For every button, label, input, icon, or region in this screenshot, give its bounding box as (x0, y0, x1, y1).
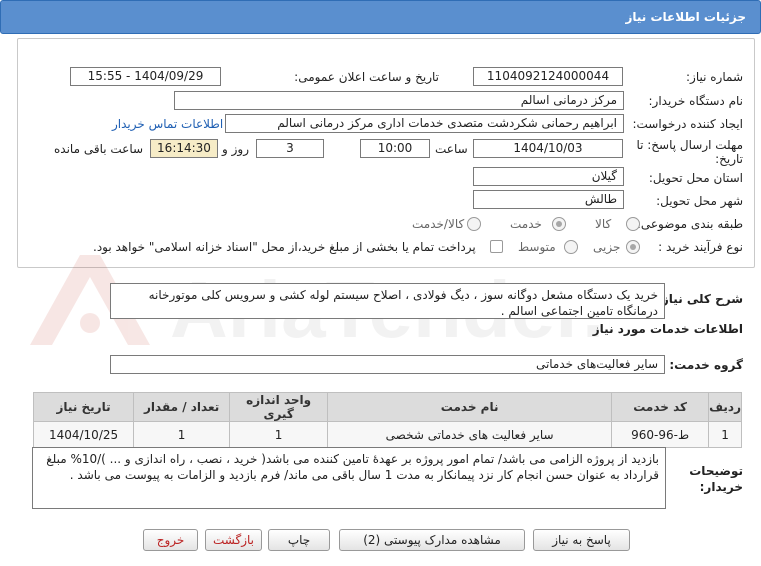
cell-row-number: 1 (708, 421, 742, 448)
col-service-name: نام خدمت (327, 392, 613, 422)
category-radio-goods-service[interactable] (467, 217, 481, 231)
summary-textbox[interactable]: خرید یک دستگاه مشعل دوگانه سوز ، دیگ فول… (110, 283, 665, 319)
process-radio-medium[interactable] (564, 240, 578, 254)
process-option-medium: متوسط (518, 240, 556, 254)
deadline-date-label: تاریخ: (715, 152, 743, 166)
cell-service-code: ط-96-960 (611, 421, 710, 448)
cell-quantity: 1 (133, 421, 231, 448)
services-table: ردیف کد خدمت نام خدمت واحد اندازه گیری ت… (32, 392, 742, 448)
window-title-bar: جزئیات اطلاعات نیاز (0, 0, 761, 34)
process-option-minor: جزیی (593, 240, 621, 254)
col-quantity: تعداد / مقدار (133, 392, 231, 422)
view-attachments-button[interactable]: مشاهده مدارک پیوستی (2) (339, 529, 525, 551)
category-option-goods: کالا (595, 217, 612, 231)
table-row: 1 ط-96-960 سایر فعالیت های خدماتی شخصی 1… (32, 421, 742, 448)
window-title: جزئیات اطلاعات نیاز (625, 10, 746, 24)
cell-need-date: 1404/10/25 (32, 421, 135, 448)
process-radio-minor[interactable] (626, 240, 640, 254)
table-header-row: ردیف کد خدمت نام خدمت واحد اندازه گیری ت… (32, 392, 742, 422)
contact-info-link[interactable]: اطلاعات تماس خریدار (112, 117, 223, 131)
deadline-date-field: 1404/10/03 (473, 139, 623, 158)
buyer-org-field: مرکز درمانی اسالم (174, 91, 624, 110)
reply-button[interactable]: پاسخ به نیاز (533, 529, 630, 551)
service-group-label: گروه خدمت: (669, 358, 743, 372)
announce-label: تاریخ و ساعت اعلان عمومی: (294, 70, 439, 84)
category-label: طبقه بندی موضوعی: (636, 217, 743, 231)
need-number-label: شماره نیاز: (686, 70, 743, 84)
deadline-label: مهلت ارسال پاسخ: تا (636, 138, 743, 152)
services-section-title: اطلاعات خدمات مورد نیاز (592, 322, 743, 336)
treasury-note: پرداخت تمام یا بخشی از مبلغ خرید،از محل … (93, 240, 476, 254)
category-option-goods-service: کالا/خدمت (412, 217, 465, 231)
buyer-notes-label: توضیحات (689, 464, 743, 478)
days-field: 3 (256, 139, 324, 158)
process-label: نوع فرآیند خرید : (658, 240, 743, 254)
print-button[interactable]: چاپ (268, 529, 330, 551)
buyer-notes-textbox[interactable]: بازدید از پروژه الزامی می باشد/ تمام امو… (32, 447, 666, 509)
remaining-label: ساعت باقی مانده (54, 142, 144, 156)
cell-service-name: سایر فعالیت های خدماتی شخصی (327, 421, 613, 448)
creator-label: ایجاد کننده درخواست: (632, 117, 743, 131)
category-radio-goods[interactable] (626, 217, 640, 231)
summary-label: شرح کلی نیاز: (657, 292, 743, 306)
col-row-number: ردیف (708, 392, 742, 422)
need-number-field: 1104092124000044 (473, 67, 623, 86)
category-option-service: خدمت (510, 217, 542, 231)
exit-button[interactable]: خروج (143, 529, 198, 551)
cell-unit: 1 (229, 421, 329, 448)
back-button[interactable]: بازگشت (205, 529, 262, 551)
category-radio-service[interactable] (552, 217, 566, 231)
announce-field: 1404/09/29 - 15:55 (70, 67, 221, 86)
col-unit: واحد اندازه گیری (229, 392, 329, 422)
days-label: روز و (222, 142, 249, 156)
deadline-time-field: 10:00 (360, 139, 430, 158)
treasury-checkbox[interactable] (490, 240, 503, 253)
city-field: طالش (473, 190, 624, 209)
province-label: استان محل تحویل: (648, 171, 743, 185)
creator-field: ابراهیم رحمانی شکردشت متصدی خدمات اداری … (225, 114, 624, 133)
service-group-field: سایر فعالیت‌های خدماتی (110, 355, 665, 374)
city-label: شهر محل تحویل: (656, 194, 743, 208)
col-service-code: کد خدمت (611, 392, 710, 422)
col-need-date: تاریخ نیاز (32, 392, 135, 422)
province-field: گیلان (473, 167, 624, 186)
buyer-notes-label-2: خریدار: (699, 480, 743, 494)
remaining-time-field: 16:14:30 (150, 139, 218, 158)
buyer-org-label: نام دستگاه خریدار: (648, 94, 744, 108)
deadline-time-label: ساعت (435, 142, 468, 156)
